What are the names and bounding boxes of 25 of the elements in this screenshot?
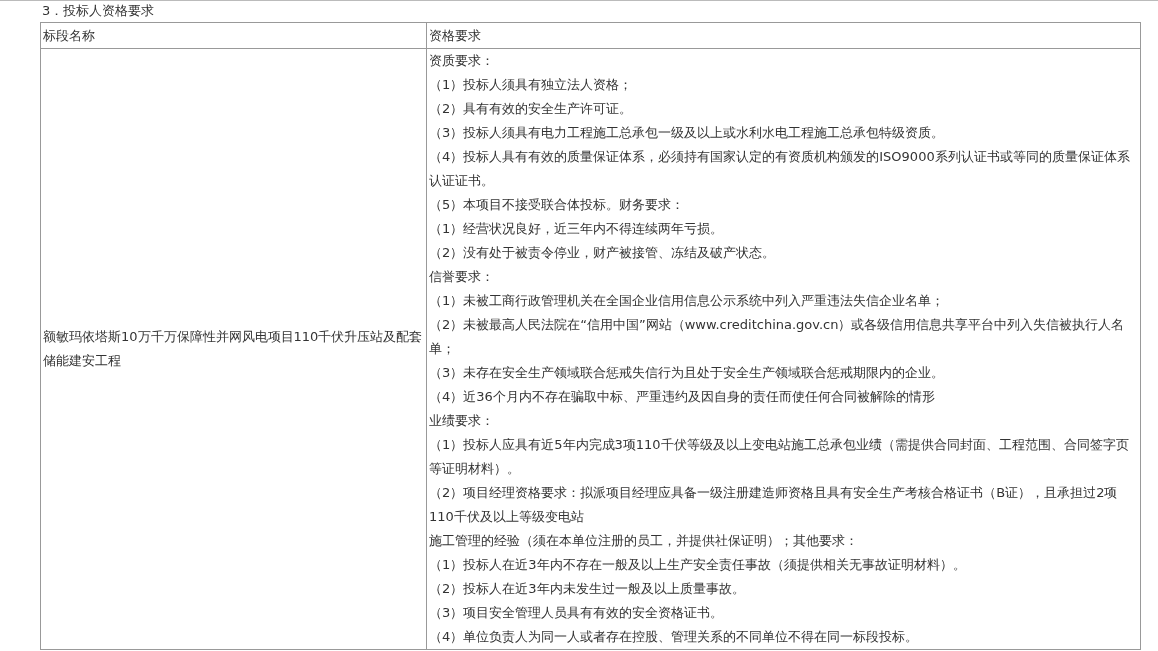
- requirement-text: 资质要求：: [429, 52, 495, 70]
- requirement-text: （2）具有有效的安全生产许可证。: [429, 100, 634, 118]
- requirement-text: （1）经营状况良好，近三年内不得连续两年亏损。: [429, 220, 725, 238]
- requirement-text: （4）近36个月内不存在骗取中标、严重违约及因自身的责任而使任何合同被解除的情形: [429, 388, 936, 406]
- requirement-text: （1）投标人应具有近5年内完成3项110千伏等级及以上变电站施工总承包业绩（需提供合同封面、工程范围、合同签字页等证明材料）。: [429, 436, 1130, 478]
- requirement-text: 信誉要求：: [429, 268, 495, 286]
- requirement-text: （1）投标人在近3年内不存在一般及以上生产安全责任事故（须提供相关无事故证明材料）。: [429, 556, 967, 574]
- requirement-text: （4）单位负责人为同一人或者存在控股、管理关系的不同单位不得在同一标段投标。: [429, 628, 920, 646]
- requirement-text: （1）投标人须具有独立法人资格；: [429, 76, 634, 94]
- requirement-text: （3）未存在安全生产领域联合惩戒失信行为且处于安全生产领域联合惩戒期限内的企业。: [429, 364, 946, 382]
- requirement-text: （2）投标人在近3年内未发生过一般及以上质量事故。: [429, 580, 746, 598]
- column-header: 资格要求: [426, 22, 1141, 49]
- column-header: 标段名称: [40, 22, 427, 49]
- requirement-text: （3）投标人须具有电力工程施工总承包一级及以上或水利水电工程施工总承包特级资质。: [429, 124, 946, 142]
- requirement-text: （2）项目经理资格要求：拟派项目经理应具备一级注册建造师资格且具有安全生产考核合格证书（B证），且承担过2项110千伏及以上等级变电站: [429, 484, 1119, 526]
- section-title: 3．投标人资格要求: [41, 2, 156, 20]
- requirement-text: （2）没有处于被责令停业，财产被接管、冻结及破产状态。: [429, 244, 777, 262]
- requirement-text: （3）项目安全管理人员具有有效的安全资格证书。: [429, 604, 725, 622]
- requirement-text: （5）本项目不接受联合体投标。财务要求：: [429, 196, 686, 214]
- requirement-text: （1）未被工商行政管理机关在全国企业信用信息公示系统中列入严重违法失信企业名单；: [429, 292, 946, 310]
- requirement-text: （4）投标人具有有效的质量保证体系，必须持有国家认定的有资质机构颁发的ISO9000系列认证书或等同的质量保证体系认证证书。: [429, 148, 1131, 190]
- requirement-text: （2）未被最高人民法院在“信用中国”网站（www.creditchina.gov.cn）或各级信用信息共享平台中列入失信被执行人名单；: [429, 316, 1126, 358]
- requirement-text: 业绩要求：: [429, 412, 495, 430]
- segment-name-cell: 额敏玛依塔斯10万千万保障性并网风电项目110千伏升压站及配套储能建安工程: [40, 48, 427, 650]
- requirement-text: 施工管理的经验（须在本单位注册的员工，并提供社保证明）；其他要求：: [429, 532, 859, 550]
